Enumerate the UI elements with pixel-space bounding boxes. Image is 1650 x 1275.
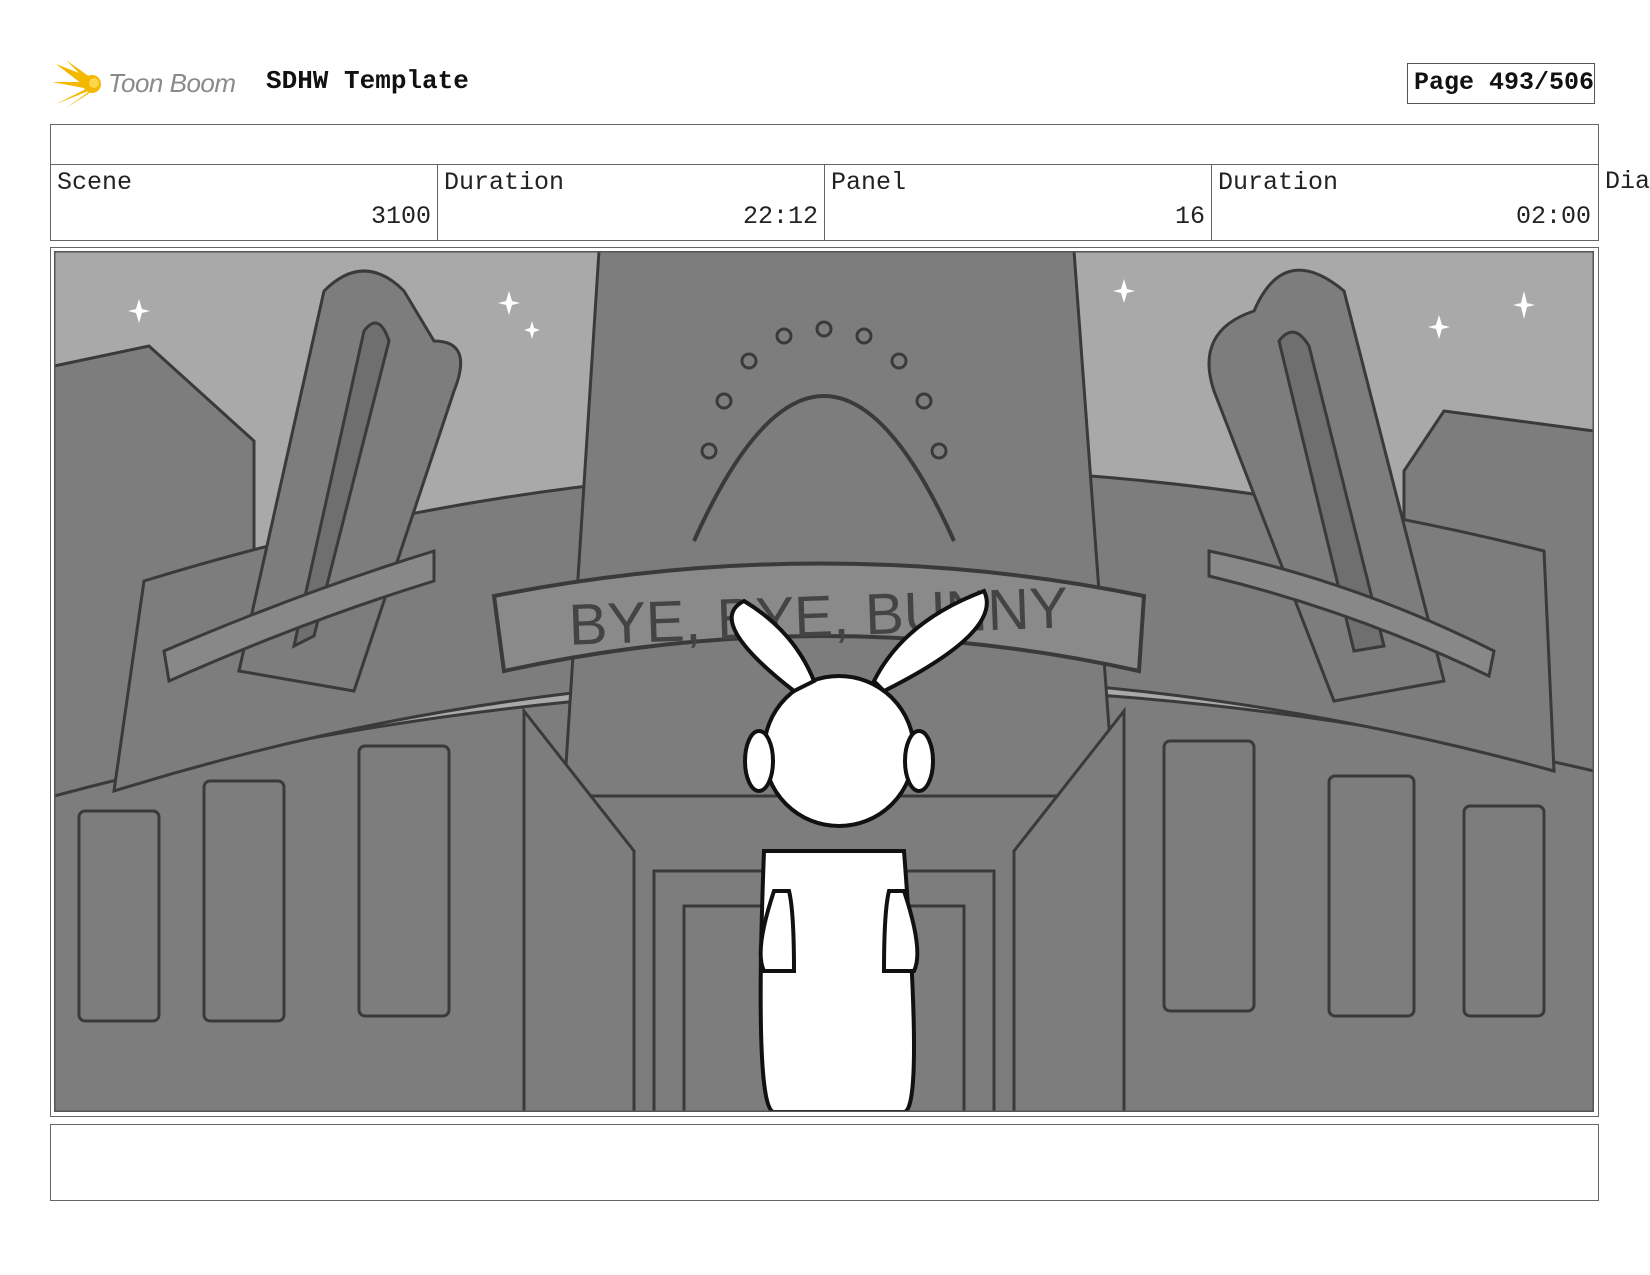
- document-title: SDHW Template: [266, 66, 469, 96]
- panel-label: Panel: [831, 168, 907, 197]
- sunburst-logo-icon: [52, 60, 101, 108]
- scene-duration-field: Duration 22:12: [438, 164, 825, 240]
- scene-value: 3100: [370, 202, 431, 231]
- panel-field: Panel 16: [825, 164, 1212, 240]
- panel-duration-value: 02:00: [1515, 202, 1591, 231]
- panel-drawing: BYE, BYE, BUNNY: [54, 251, 1594, 1112]
- header-blank-row: [51, 125, 1598, 165]
- scene-duration-label: Duration: [444, 168, 565, 197]
- panel-notes-box[interactable]: [50, 1124, 1599, 1201]
- panel-duration-label: Duration: [1218, 168, 1339, 197]
- dialogue-label-truncated: Dia: [1605, 167, 1650, 196]
- scene-label: Scene: [57, 168, 133, 197]
- page-indicator: Page 493/506: [1407, 63, 1595, 104]
- panel-value: 16: [1174, 202, 1205, 231]
- header-table: Scene 3100 Duration 22:12 Panel 16 Durat…: [50, 124, 1599, 241]
- toon-boom-logo: Toon Boom: [52, 58, 252, 110]
- scene-field: Scene 3100: [51, 164, 438, 240]
- storyboard-panel: BYE, BYE, BUNNY: [50, 247, 1599, 1117]
- logo-text: Toon Boom: [108, 68, 236, 98]
- scene-duration-value: 22:12: [742, 202, 818, 231]
- panel-duration-field: Duration 02:00: [1212, 164, 1597, 240]
